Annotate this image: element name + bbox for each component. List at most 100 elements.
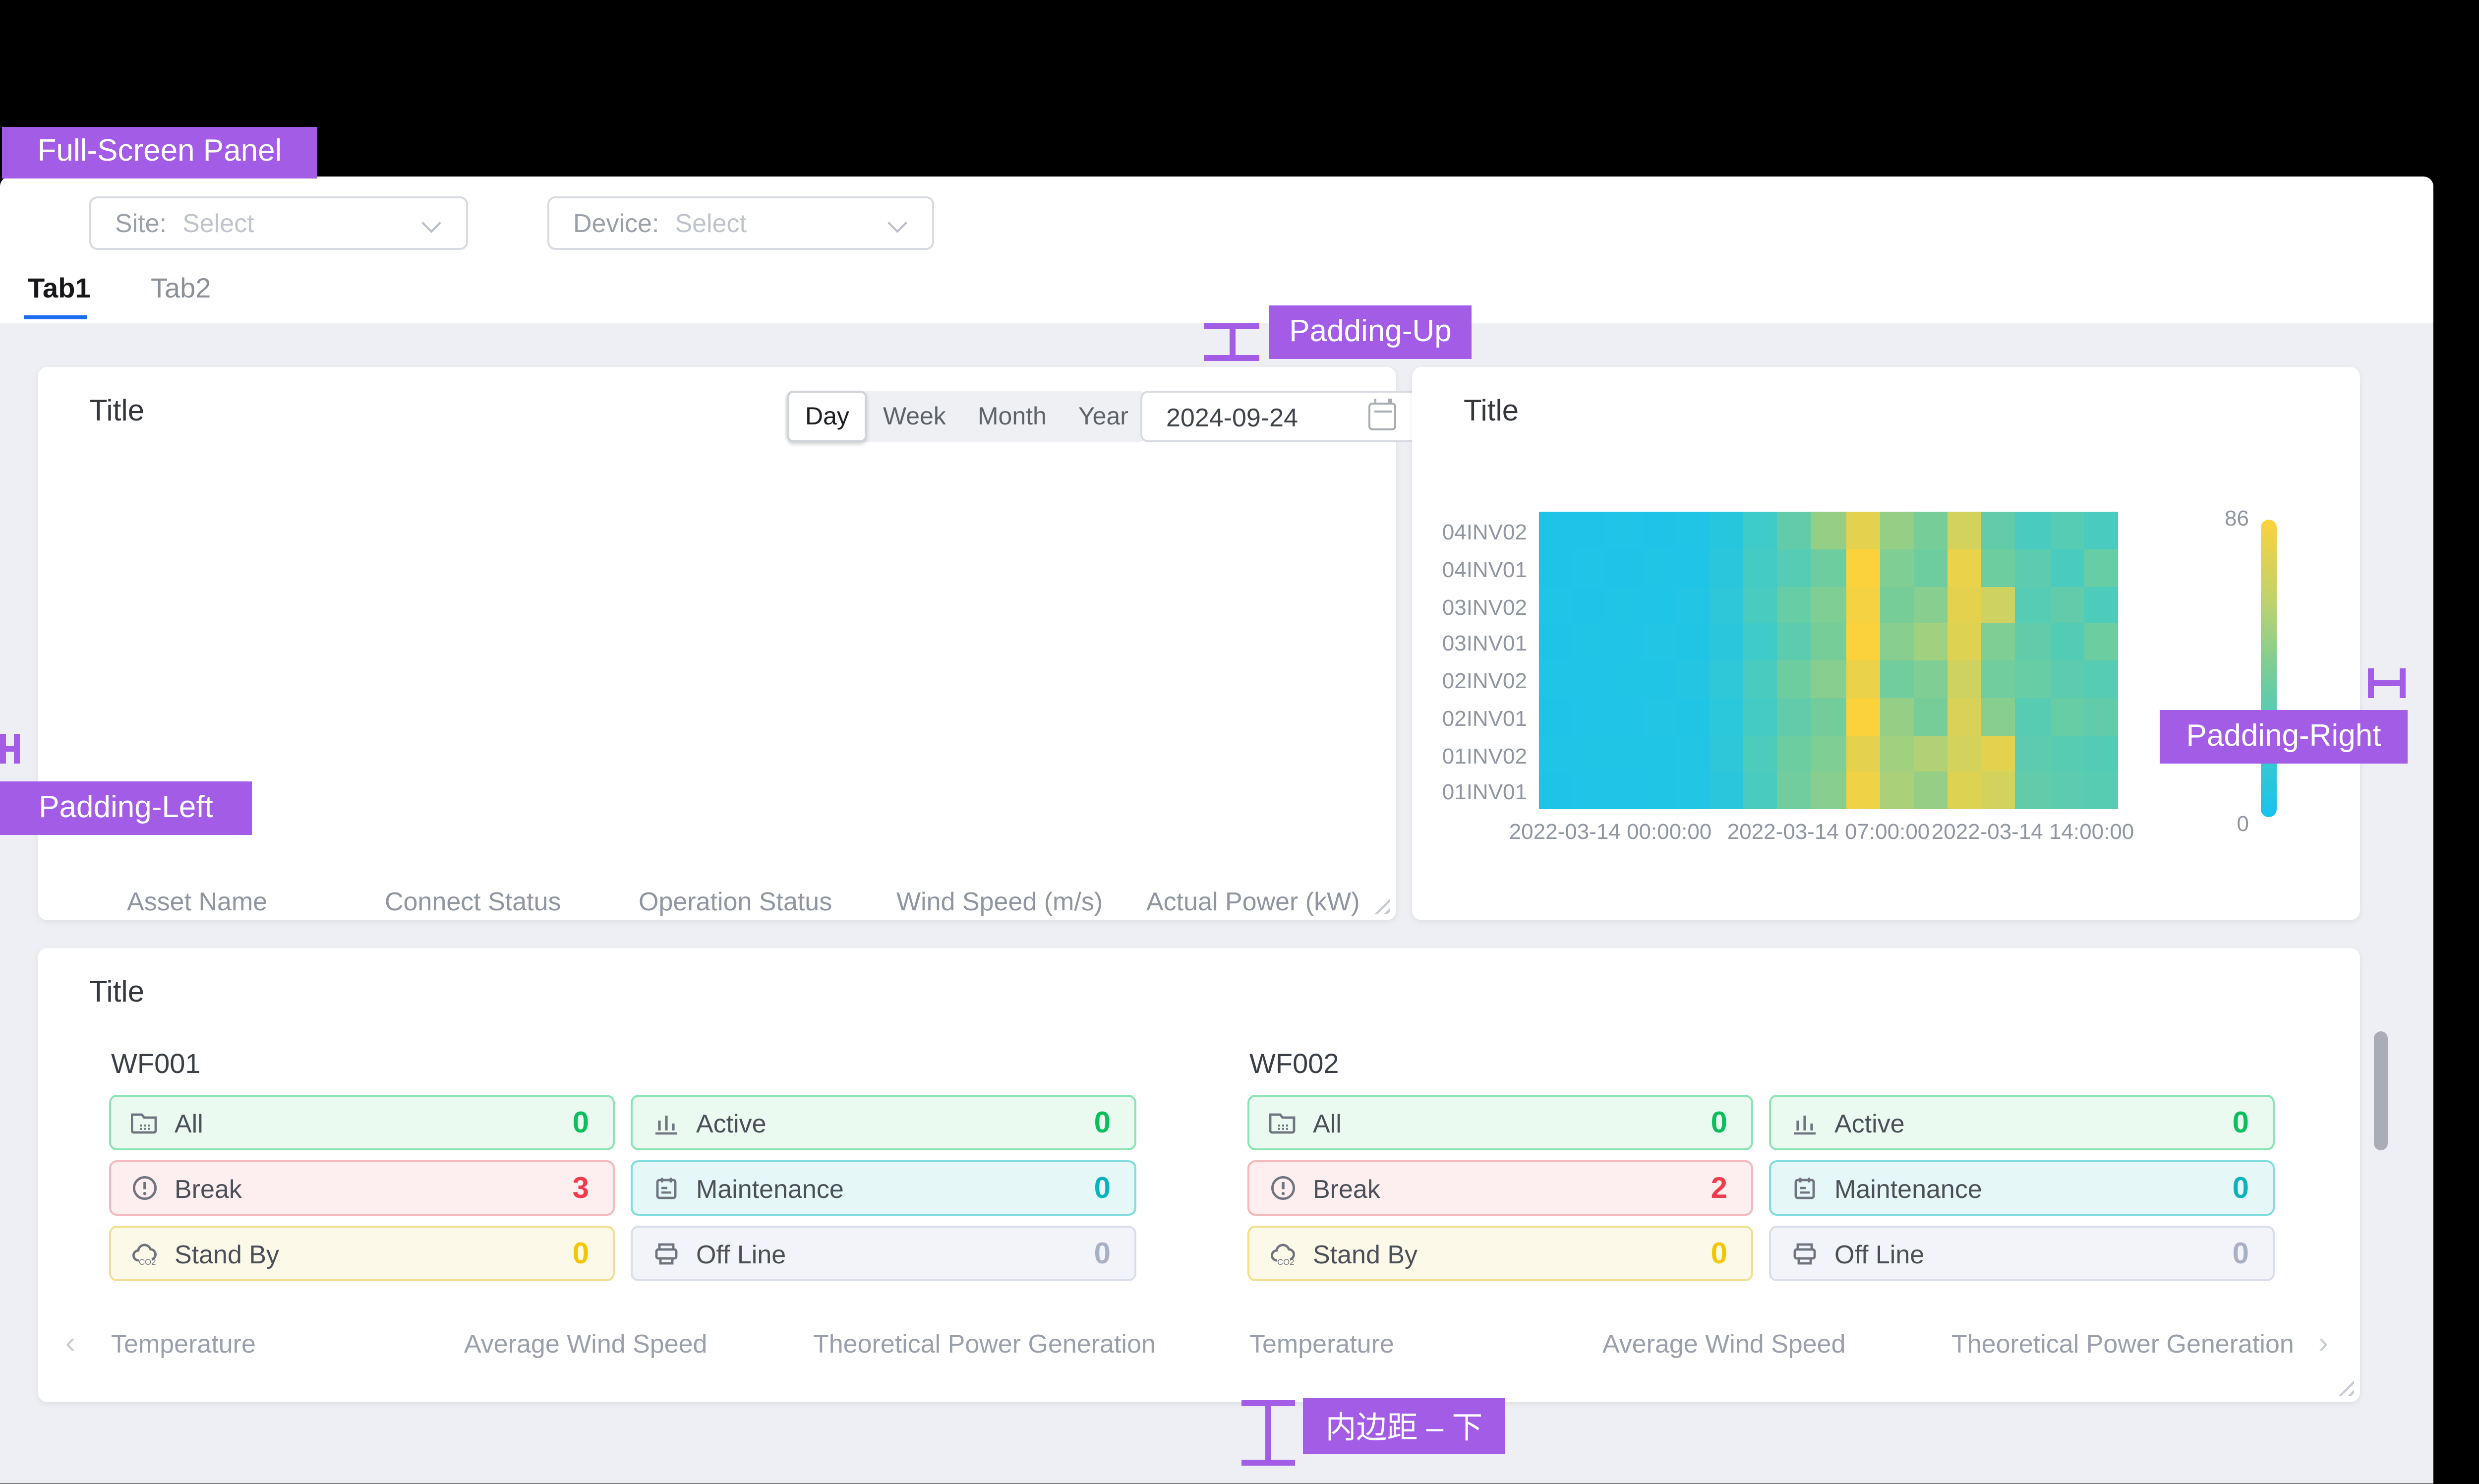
status-tile-maintenance[interactable]: Maintenance0: [631, 1160, 1136, 1216]
heatmap-cell[interactable]: [1573, 549, 1607, 586]
heatmap-cell[interactable]: [1948, 586, 1982, 623]
status-tile-active[interactable]: Active0: [1769, 1095, 2275, 1150]
heatmap-cell[interactable]: [2084, 772, 2118, 809]
heatmap-cell[interactable]: [1573, 623, 1607, 660]
heatmap-cell[interactable]: [1948, 772, 1982, 809]
heatmap-plot[interactable]: [1539, 512, 2118, 809]
status-tile-active[interactable]: Active0: [631, 1095, 1136, 1150]
heatmap-cell[interactable]: [2084, 623, 2118, 660]
heatmap-cell[interactable]: [1777, 512, 1812, 549]
date-picker[interactable]: 2024-09-24: [1140, 391, 1418, 442]
heatmap-cell[interactable]: [1812, 660, 1846, 698]
heatmap-cell[interactable]: [1845, 660, 1880, 698]
metric-tab-label[interactable]: Average Wind Speed: [464, 1329, 708, 1359]
heatmap-cell[interactable]: [1710, 586, 1744, 623]
heatmap-cell[interactable]: [2050, 660, 2084, 698]
heatmap-cell[interactable]: [2016, 586, 2050, 623]
heatmap-cell[interactable]: [1812, 549, 1846, 586]
heatmap-cell[interactable]: [1539, 735, 1573, 772]
heatmap-cell[interactable]: [1880, 660, 1914, 698]
heatmap-cell[interactable]: [1880, 623, 1914, 660]
heatmap-cell[interactable]: [1914, 698, 1948, 735]
heatmap-cell[interactable]: [1948, 549, 1982, 586]
heatmap-cell[interactable]: [2050, 549, 2084, 586]
heatmap-cell[interactable]: [1743, 698, 1777, 735]
metric-tab-label[interactable]: Temperature: [111, 1329, 256, 1359]
heatmap-cell[interactable]: [1777, 660, 1812, 698]
heatmap-cell[interactable]: [1845, 698, 1880, 735]
heatmap-cell[interactable]: [1845, 586, 1880, 623]
heatmap-cell[interactable]: [1812, 586, 1846, 623]
heatmap-cell[interactable]: [1573, 772, 1607, 809]
heatmap-cell[interactable]: [1675, 772, 1710, 809]
heatmap-cell[interactable]: [1948, 512, 1982, 549]
heatmap-cell[interactable]: [1573, 586, 1607, 623]
carousel-next-icon[interactable]: ›: [2318, 1327, 2328, 1361]
heatmap-cell[interactable]: [1607, 549, 1641, 586]
heatmap-cell[interactable]: [1880, 512, 1914, 549]
heatmap-cell[interactable]: [1812, 772, 1846, 809]
heatmap-cell[interactable]: [1777, 735, 1812, 772]
heatmap-cell[interactable]: [1710, 660, 1744, 698]
heatmap-cell[interactable]: [1675, 586, 1710, 623]
heatmap-cell[interactable]: [1675, 660, 1710, 698]
heatmap-cell[interactable]: [1641, 623, 1675, 660]
heatmap-cell[interactable]: [2050, 735, 2084, 772]
status-tile-all[interactable]: All0: [1247, 1095, 1753, 1150]
heatmap-cell[interactable]: [1641, 549, 1675, 586]
resize-handle-icon[interactable]: [2338, 1380, 2354, 1396]
heatmap-cell[interactable]: [1743, 772, 1777, 809]
heatmap-cell[interactable]: [2016, 698, 2050, 735]
heatmap-cell[interactable]: [1573, 698, 1607, 735]
heatmap-cell[interactable]: [2084, 698, 2118, 735]
heatmap-cell[interactable]: [1539, 698, 1573, 735]
heatmap-cell[interactable]: [1539, 512, 1573, 549]
heatmap-cell[interactable]: [1812, 512, 1846, 549]
status-tile-maintenance[interactable]: Maintenance0: [1769, 1160, 2275, 1216]
heatmap-cell[interactable]: [1573, 660, 1607, 698]
heatmap-cell[interactable]: [1641, 512, 1675, 549]
heatmap-cell[interactable]: [1710, 735, 1744, 772]
period-option-week[interactable]: Week: [867, 393, 962, 440]
heatmap-cell[interactable]: [1845, 735, 1880, 772]
heatmap-cell[interactable]: [1777, 586, 1812, 623]
heatmap-cell[interactable]: [1777, 772, 1812, 809]
heatmap-cell[interactable]: [1675, 735, 1710, 772]
heatmap-cell[interactable]: [2016, 660, 2050, 698]
heatmap-cell[interactable]: [1607, 586, 1641, 623]
heatmap-cell[interactable]: [1675, 623, 1710, 660]
status-tile-break[interactable]: Break3: [109, 1160, 615, 1216]
period-option-month[interactable]: Month: [962, 393, 1062, 440]
status-tile-all[interactable]: All0: [109, 1095, 615, 1150]
heatmap-cell[interactable]: [1948, 623, 1982, 660]
heatmap-cell[interactable]: [1607, 698, 1641, 735]
heatmap-colorbar[interactable]: [2261, 520, 2277, 817]
heatmap-cell[interactable]: [1641, 735, 1675, 772]
heatmap-cell[interactable]: [1743, 586, 1777, 623]
heatmap-cell[interactable]: [1607, 735, 1641, 772]
heatmap-cell[interactable]: [1845, 512, 1880, 549]
carousel-prev-icon[interactable]: ‹: [65, 1327, 75, 1361]
heatmap-cell[interactable]: [1710, 549, 1744, 586]
metric-tab-label[interactable]: Temperature: [1249, 1329, 1394, 1359]
status-tile-offline[interactable]: Off Line0: [631, 1226, 1136, 1281]
heatmap-cell[interactable]: [1812, 698, 1846, 735]
heatmap-cell[interactable]: [1880, 698, 1914, 735]
heatmap-cell[interactable]: [1812, 735, 1846, 772]
heatmap-cell[interactable]: [2084, 549, 2118, 586]
heatmap-cell[interactable]: [2016, 735, 2050, 772]
heatmap-cell[interactable]: [1845, 549, 1880, 586]
status-tile-offline[interactable]: Off Line0: [1769, 1226, 2275, 1281]
resize-handle-icon[interactable]: [1374, 898, 1390, 914]
heatmap-cell[interactable]: [2016, 772, 2050, 809]
heatmap-cell[interactable]: [1641, 698, 1675, 735]
heatmap-cell[interactable]: [1914, 586, 1948, 623]
heatmap-cell[interactable]: [1982, 623, 2016, 660]
metric-tab-label[interactable]: Average Wind Speed: [1602, 1329, 1846, 1359]
status-tile-standby[interactable]: CO2Stand By0: [109, 1226, 615, 1281]
heatmap-cell[interactable]: [1914, 549, 1948, 586]
heatmap-cell[interactable]: [1777, 698, 1812, 735]
heatmap-cell[interactable]: [1675, 549, 1710, 586]
heatmap-cell[interactable]: [1880, 586, 1914, 623]
heatmap-cell[interactable]: [1914, 772, 1948, 809]
